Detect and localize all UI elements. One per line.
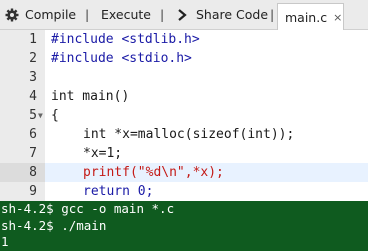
code-text: { (51, 108, 59, 123)
terminal-output[interactable]: sh-4.2$ gcc -o main *.c sh-4.2$ ./main 1 (0, 201, 368, 251)
code-line: 2 #include <stdio.h> (0, 49, 368, 68)
code-text: *x=1; (83, 146, 123, 161)
tab-main-c[interactable]: main.c × (277, 3, 344, 30)
tab-label: main.c (285, 9, 328, 25)
line-number: 3 (29, 70, 37, 85)
toolbar: Compile | Execute | Share Code | main.c … (0, 0, 368, 30)
code-text: printf("%d\n",*x); (83, 165, 224, 180)
code-line: 6 int *x=malloc(sizeof(int)); (0, 125, 368, 144)
code-text: int main() (51, 89, 130, 104)
line-number: 5 (29, 108, 37, 123)
code-line: 1 #include <stdlib.h> (0, 30, 368, 49)
code-line: 3 (0, 68, 368, 87)
line-number: 7 (29, 146, 37, 161)
code-line: 5 ▼ { (0, 106, 368, 125)
share-code-label: Share Code (196, 7, 269, 22)
line-number: 4 (29, 89, 37, 104)
code-line: 9 return 0; (0, 182, 368, 201)
line-number: 8 (29, 165, 37, 180)
terminal-line: sh-4.2$ ./main (1, 217, 107, 233)
line-number: 9 (29, 184, 37, 199)
code-editor[interactable]: 1 #include <stdlib.h> 2 #include <stdio.… (0, 30, 368, 218)
code-line-active: 8 printf("%d\n",*x); (0, 163, 368, 182)
code-text: #include <stdio.h> (51, 51, 192, 66)
terminal-line: 1 (1, 234, 9, 249)
share-code-button[interactable]: Share Code (177, 0, 268, 29)
code-text: int *x=malloc(sizeof(int)); (83, 127, 295, 142)
toolbar-separator: | (160, 7, 165, 22)
code-text: #include <stdlib.h> (51, 32, 200, 47)
terminal-line: sh-4.2$ gcc -o main *.c (1, 201, 175, 216)
fold-arrow-icon[interactable]: ▼ (38, 106, 43, 125)
line-number: 6 (29, 127, 37, 142)
line-number: 2 (29, 51, 37, 66)
code-line: 7 *x=1; (0, 144, 368, 163)
compile-button[interactable]: Compile (5, 0, 76, 29)
toolbar-separator: | (270, 7, 275, 22)
code-text: return 0; (83, 184, 154, 199)
terminal-prompt-icon (177, 8, 189, 22)
code-line: 4 int main() (0, 87, 368, 106)
line-number: 1 (29, 32, 37, 47)
compile-label: Compile (25, 7, 77, 22)
close-icon[interactable]: × (333, 11, 342, 24)
execute-label: Execute (101, 7, 151, 22)
toolbar-separator: | (85, 7, 90, 22)
gear-icon (5, 8, 19, 22)
execute-button[interactable]: Execute (101, 0, 151, 29)
